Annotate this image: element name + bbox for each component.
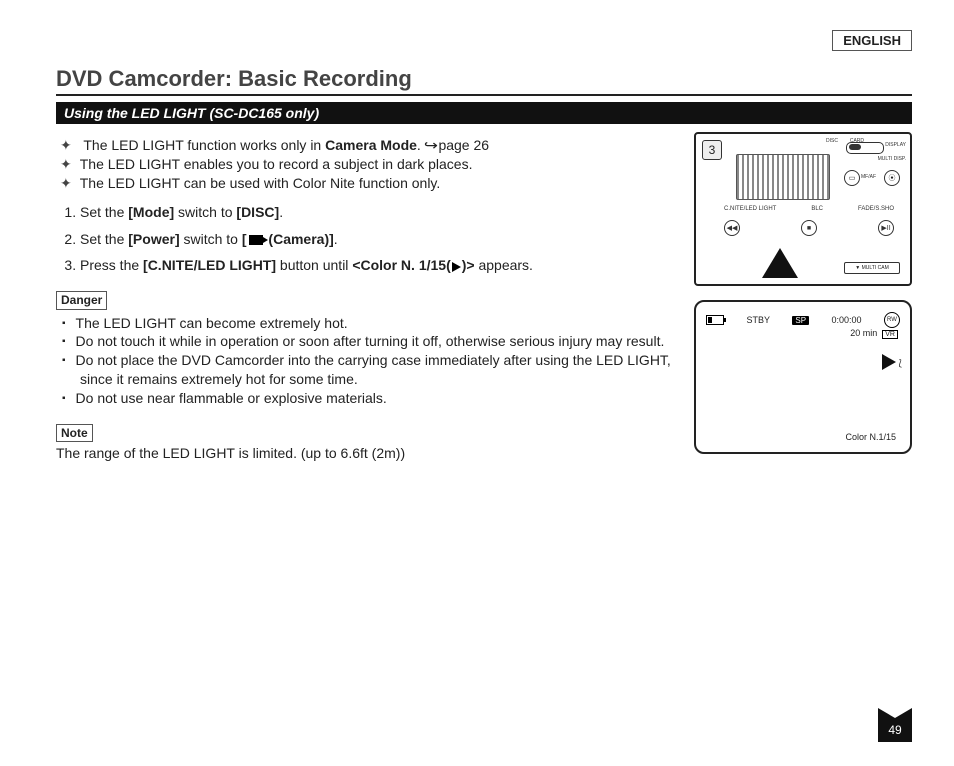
screen-stby-label: STBY: [746, 315, 770, 325]
diagram-button: ⦿: [884, 170, 900, 186]
diagram-step-number: 3: [702, 140, 722, 160]
danger-item: The LED LIGHT can become extremely hot.: [80, 314, 682, 333]
diagram-label-blc: BLC: [811, 206, 823, 212]
danger-item: Do not use near flammable or explosive m…: [80, 389, 682, 408]
diagram-speaker-grille: [736, 154, 830, 200]
note-text: The range of the LED LIGHT is limited. (…: [56, 444, 682, 463]
diagram-label-cnite: C.NITE/LED LIGHT: [724, 206, 776, 212]
screen-remain-label: 20 min: [850, 328, 877, 338]
camcorder-diagram: 3 DISC CARD DISPLAY MULTI DISP. MF/AF ⦿ …: [694, 132, 912, 286]
screen-vr-label: VR: [882, 330, 898, 339]
led-light-icon: [452, 262, 461, 272]
intro-bullet: The LED LIGHT can be used with Color Nit…: [80, 174, 682, 193]
step-item: Set the [Mode] switch to [DISC].: [80, 203, 682, 222]
diagram-mode-switch: [846, 142, 884, 154]
danger-item: Do not touch it while in operation or so…: [80, 332, 682, 351]
diagram-button: ▶II: [878, 220, 894, 236]
diagram-label-mfaf: MF/AF: [861, 174, 876, 180]
screen-color-nite-label: Color N.1/15: [845, 432, 896, 442]
note-tag: Note: [56, 424, 93, 442]
intro-bullet-list: The LED LIGHT function works only in Cam…: [56, 136, 682, 193]
section-subtitle: Using the LED LIGHT (SC-DC165 only): [56, 102, 912, 124]
diagram-cnite-button: ◀◀: [724, 220, 740, 236]
diagram-button: ▭: [844, 170, 860, 186]
screen-sp-label: SP: [792, 316, 809, 325]
diagram-label-fade: FADE/S.SHO: [858, 206, 894, 212]
intro-bullet: The LED LIGHT enables you to record a su…: [80, 155, 682, 174]
diagram-button: ■: [801, 220, 817, 236]
diagram-label-display: DISPLAY: [885, 142, 906, 148]
page-title: DVD Camcorder: Basic Recording: [56, 66, 912, 96]
diagram-label-multicam: ▼ MULTI CAM: [844, 262, 900, 274]
page-number: 49: [878, 718, 912, 742]
screen-led-light-tail-icon: ⟅: [898, 358, 902, 369]
diagram-pointer-arrow-icon: [762, 248, 798, 278]
language-label: ENGLISH: [832, 30, 912, 51]
danger-item: Do not place the DVD Camcorder into the …: [80, 351, 682, 389]
diagram-label-disc: DISC: [826, 138, 838, 144]
screen-led-light-icon: [882, 354, 896, 370]
diagram-label-multidisp: MULTI DISP.: [878, 156, 906, 162]
battery-icon: [706, 315, 724, 325]
body-text-column: The LED LIGHT function works only in Cam…: [56, 132, 694, 463]
steps-list: Set the [Mode] switch to [DISC]. Set the…: [56, 203, 682, 276]
danger-list: The LED LIGHT can become extremely hot. …: [56, 314, 682, 408]
intro-bullet: The LED LIGHT function works only in Cam…: [80, 136, 682, 155]
screen-time-label: 0:00:00: [832, 315, 862, 325]
lcd-screen-diagram: STBY SP 0:00:00 RW 20 min VR ⟅ Color N.1…: [694, 300, 912, 454]
step-item: Press the [C.NITE/LED LIGHT] button unti…: [80, 256, 682, 275]
danger-tag: Danger: [56, 291, 107, 309]
page-ref-arrow-icon: ↪: [424, 136, 438, 155]
camera-icon: [249, 235, 263, 245]
disc-rw-icon: RW: [884, 312, 900, 328]
step-item: Set the [Power] switch to [ (Camera)].: [80, 230, 682, 249]
